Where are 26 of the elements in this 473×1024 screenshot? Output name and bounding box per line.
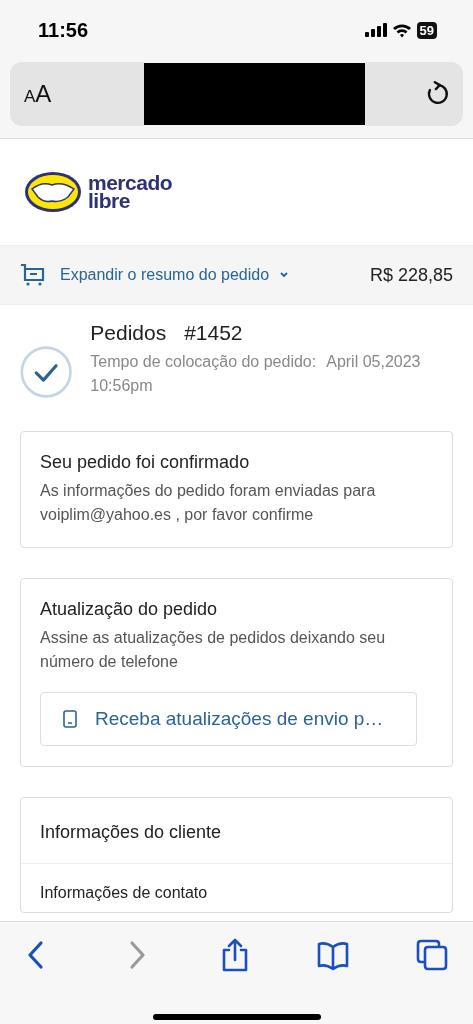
order-total: R$ 228,85 (369, 264, 453, 286)
placed-date: April 05,2023 (326, 353, 421, 371)
order-title: Pedidos (90, 321, 167, 345)
placed-time: 10:56pm (90, 377, 153, 395)
reload-icon[interactable] (365, 62, 463, 126)
logo-text: libre (88, 192, 130, 210)
text-size-button[interactable]: AA (10, 62, 145, 126)
wifi-icon (391, 22, 412, 38)
card-title: Informações do cliente (39, 821, 223, 844)
card-title: Atualização do pedido (40, 599, 219, 620)
address-bar[interactable]: AA (0, 60, 473, 139)
expand-summary-link[interactable]: Expandir o resumo do pedido (60, 266, 356, 284)
phone-icon (63, 710, 77, 728)
logo-text: mercado (88, 174, 173, 192)
tabs-icon[interactable] (415, 938, 449, 972)
placed-label: Tempo de colocação do pedido: (90, 353, 317, 371)
phone-updates-button[interactable]: Receba atualizações de envio p… (40, 692, 417, 746)
cart-icon (20, 263, 46, 287)
signal-icon (364, 23, 387, 37)
order-number: #1452 (184, 321, 243, 345)
battery-level: 59 (416, 21, 437, 39)
card-text: Assine as atualizações de pedidos deixando seu número de telefone (40, 628, 387, 672)
card-text: As informações do pedido foram enviadas para voiplim@yahoo.es , por favor confirme (40, 481, 377, 525)
card-title: Seu pedido foi confirmado (40, 452, 251, 473)
section-title: Informações de contato (39, 883, 209, 903)
status-time: 11:56 (38, 18, 89, 42)
